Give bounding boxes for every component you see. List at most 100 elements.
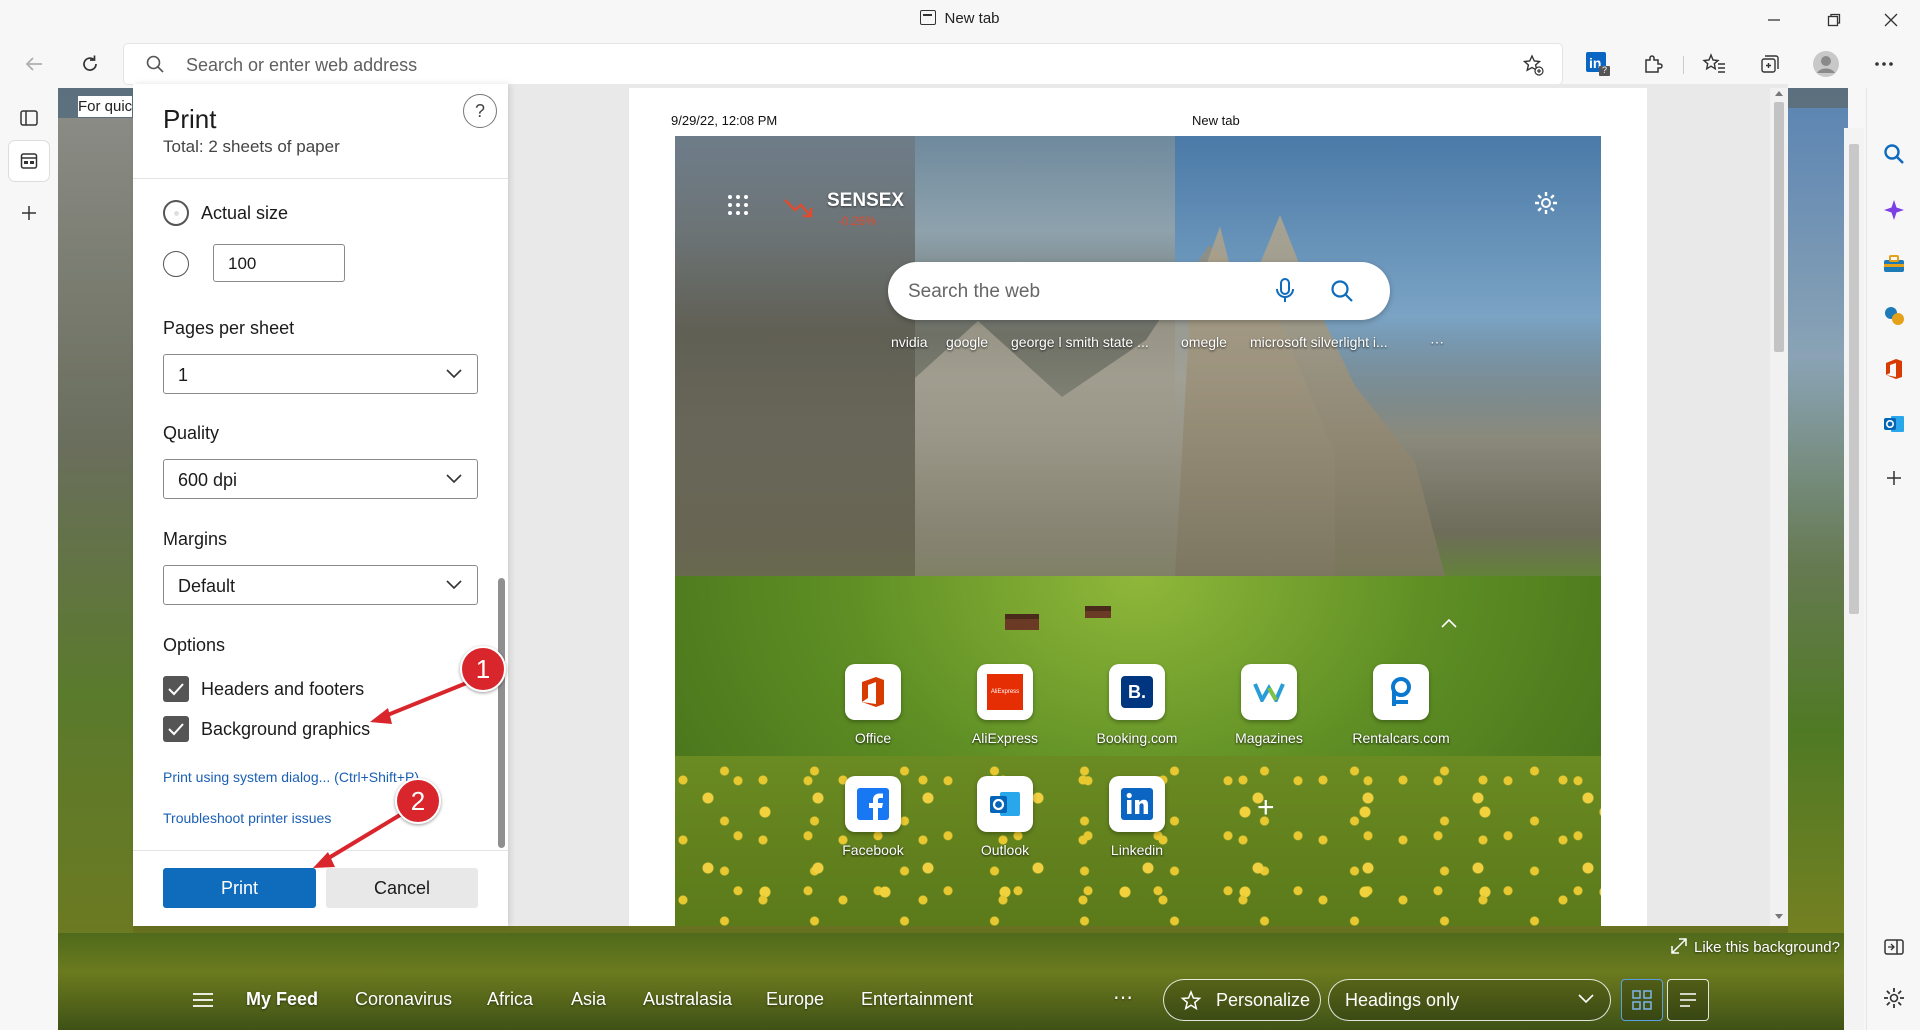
system-dialog-link[interactable]: Print using system dialog... (Ctrl+Shift…: [163, 769, 419, 785]
background-graphics-label: Background graphics: [201, 719, 371, 739]
edge-sidebar: [1866, 88, 1920, 1030]
sidebar-hide-button[interactable]: [1878, 931, 1910, 963]
toolbar-divider: [1683, 56, 1684, 74]
search-icon: [1884, 144, 1904, 164]
extension-badge: ?: [1602, 65, 1608, 75]
trending-search: nvidia: [891, 334, 928, 350]
feed-tab-australasia[interactable]: Australasia: [643, 989, 732, 1010]
quick-link-label: Booking.com: [1096, 730, 1178, 746]
personalize-button[interactable]: Personalize: [1163, 979, 1321, 1021]
sidebar-search-button[interactable]: [1878, 138, 1910, 170]
avatar-icon: [1813, 51, 1839, 77]
scale-actual-size-radio[interactable]: [163, 200, 189, 226]
page-scrollbar-thumb[interactable]: [1849, 144, 1859, 614]
quality-select[interactable]: 600 dpi: [163, 459, 478, 499]
tab-actions-icon: [20, 110, 38, 126]
background-graphics-checkbox[interactable]: [163, 716, 189, 742]
sidebar-tools-button[interactable]: [1878, 248, 1910, 280]
feed-tab-entertainment[interactable]: Entertainment: [861, 989, 973, 1010]
favorites-star-icon: [1702, 53, 1725, 73]
add-tab-button[interactable]: [9, 193, 49, 233]
toolbox-icon: [1884, 255, 1904, 272]
feed-tab-africa[interactable]: Africa: [487, 989, 533, 1010]
list-view-button[interactable]: [1667, 979, 1709, 1021]
expand-icon: [1671, 938, 1687, 954]
title-bar: New tab: [0, 0, 1920, 40]
restore-button[interactable]: [1811, 4, 1857, 36]
grid-view-button[interactable]: [1621, 979, 1663, 1021]
stock-down-arrow-icon: [784, 199, 813, 218]
preview-page: 9/29/22, 12:08 PM New tab SENSEX -0.26% …: [629, 88, 1647, 926]
sidebar-settings-button[interactable]: [1878, 982, 1910, 1014]
collections-button[interactable]: [1754, 48, 1786, 80]
feed-tab-coronavirus[interactable]: Coronavirus: [355, 989, 452, 1010]
chevron-down-icon: [446, 474, 462, 484]
collections-icon: [1761, 55, 1779, 73]
extensions-button[interactable]: [1637, 48, 1669, 80]
feed-tab-asia[interactable]: Asia: [571, 989, 606, 1010]
page-scrollbar[interactable]: [1844, 128, 1864, 1030]
headers-footers-checkbox[interactable]: [163, 676, 189, 702]
ticker-name: SENSEX: [827, 190, 905, 211]
margins-select[interactable]: Default: [163, 565, 478, 605]
print-dialog-subtitle: Total: 2 sheets of paper: [163, 137, 340, 156]
tab-actions-button[interactable]: [9, 98, 49, 138]
print-button[interactable]: Print: [163, 868, 316, 908]
linkedin-extension-button[interactable]: in ?: [1582, 48, 1614, 80]
sidebar-add-button[interactable]: [1878, 462, 1910, 494]
sidebar-discover-button[interactable]: [1878, 194, 1910, 226]
profile-button[interactable]: [1810, 48, 1842, 80]
outlook-icon: [1884, 416, 1904, 432]
back-button[interactable]: [16, 46, 52, 82]
office-icon: [1886, 359, 1902, 379]
minimize-button[interactable]: [1751, 4, 1797, 36]
quick-link-label: Linkedin: [1110, 842, 1164, 858]
preview-cabin: [1005, 614, 1039, 630]
quick-link-label: Outlook: [980, 842, 1030, 858]
scale-input[interactable]: 100: [213, 244, 345, 282]
preview-page-image: SENSEX -0.26% Search the web nvidia goog…: [675, 136, 1601, 926]
favorites-bar-hint: For quic: [78, 96, 133, 117]
feed-menu-button[interactable]: [192, 992, 214, 1013]
feed-more-button[interactable]: ⋯: [1113, 985, 1133, 1010]
favorites-button[interactable]: [1698, 48, 1730, 80]
tab-page-icon: [920, 10, 937, 25]
refresh-button[interactable]: [72, 46, 108, 82]
ticker-change: -0.26%: [838, 214, 877, 228]
settings-more-button[interactable]: [1868, 48, 1900, 80]
cancel-button[interactable]: Cancel: [326, 868, 478, 908]
feed-tab-europe[interactable]: Europe: [766, 989, 824, 1010]
close-window-button[interactable]: [1868, 4, 1914, 36]
troubleshoot-link[interactable]: Troubleshoot printer issues: [163, 810, 331, 826]
preview-scrollbar-thumb[interactable]: [1774, 102, 1784, 352]
sparkle-icon: [1884, 200, 1904, 220]
hide-sidebar-icon: [1884, 939, 1904, 955]
refresh-icon: [83, 55, 97, 71]
new-tab-page-icon: [20, 153, 38, 169]
personalize-label: Personalize: [1216, 989, 1311, 1010]
feed-layout-select[interactable]: Headings only: [1328, 979, 1611, 1021]
search-icon: [146, 55, 164, 73]
scale-custom-radio[interactable]: [163, 251, 189, 277]
dialog-footer-divider: [133, 850, 508, 851]
back-arrow-icon: [25, 57, 42, 71]
quick-link-rentalcars: [1373, 664, 1429, 720]
actual-size-label: Actual size: [201, 203, 289, 223]
help-button[interactable]: ?: [463, 94, 497, 128]
feed-tab-my-feed[interactable]: My Feed: [246, 989, 318, 1010]
tab-new-tab[interactable]: [9, 141, 49, 181]
annotation-marker-2: 2: [395, 778, 441, 824]
address-placeholder: Search or enter web address: [186, 55, 418, 75]
sidebar-games-button[interactable]: [1878, 300, 1910, 332]
sidebar-office-button[interactable]: [1878, 353, 1910, 385]
pages-per-sheet-select[interactable]: 1: [163, 354, 478, 394]
outlook-logo-icon: [990, 792, 1020, 816]
like-background-link[interactable]: Like this background?: [1670, 937, 1840, 956]
sidebar-outlook-button[interactable]: [1878, 408, 1910, 440]
quick-link-magazines: [1241, 664, 1297, 720]
add-favorite-icon[interactable]: [1522, 54, 1544, 76]
address-bar[interactable]: Search or enter web address: [124, 44, 1562, 84]
preview-scrollbar[interactable]: [1770, 88, 1788, 926]
quick-link-office: [845, 664, 901, 720]
dialog-scrollbar[interactable]: [498, 578, 505, 848]
